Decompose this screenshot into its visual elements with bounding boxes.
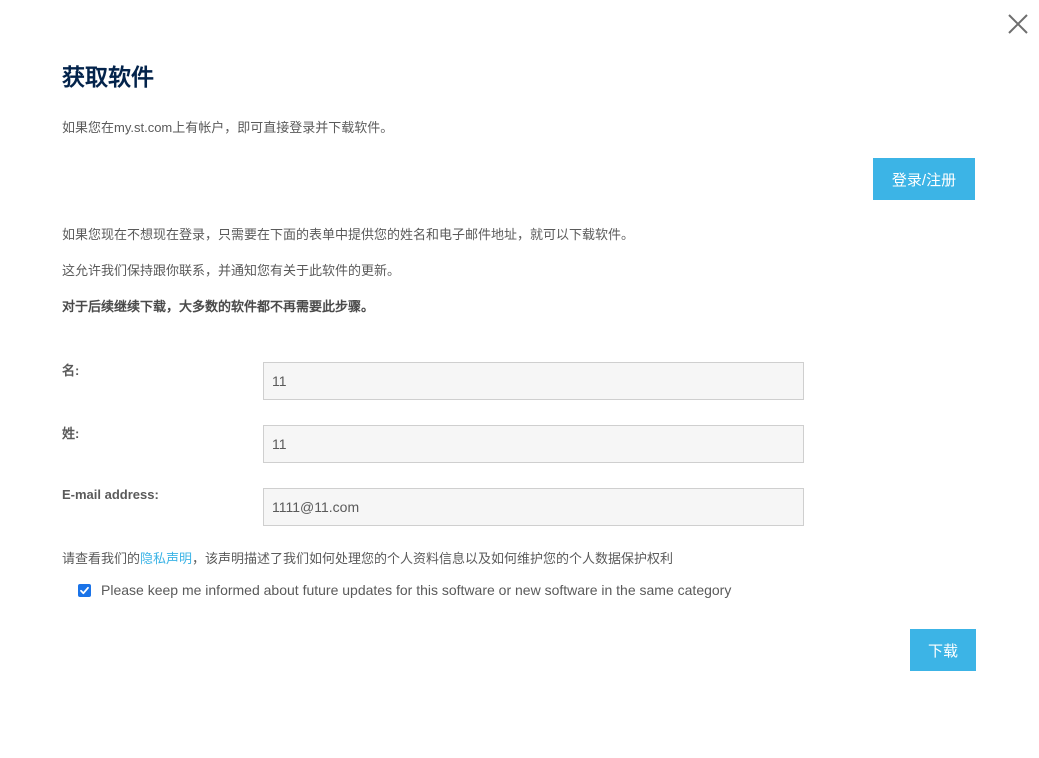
newsletter-label[interactable]: Please keep me informed about future upd…: [101, 580, 731, 600]
last-name-label: 姓:: [62, 426, 80, 441]
last-name-field[interactable]: [263, 425, 804, 463]
privacy-text: 请查看我们的隐私声明，该声明描述了我们如何处理您的个人资料信息以及如何维护您的个…: [62, 550, 673, 568]
first-name-field[interactable]: [263, 362, 804, 400]
contact-text: 这允许我们保持跟你联系，并通知您有关于此软件的更新。: [62, 263, 401, 278]
newsletter-option: Please keep me informed about future upd…: [78, 580, 731, 600]
download-button[interactable]: 下载: [910, 629, 976, 671]
dialog-title: 获取软件: [62, 64, 154, 90]
get-software-dialog: 获取软件 如果您在my.st.com上有帐户，即可直接登录并下载软件。 登录/注…: [0, 0, 1039, 758]
first-name-label: 名:: [62, 363, 80, 378]
close-button[interactable]: [1005, 11, 1031, 37]
check-icon: [80, 586, 89, 594]
note-text: 对于后续继续下载，大多数的软件都不再需要此步骤。: [62, 299, 375, 314]
guest-download-text: 如果您现在不想现在登录，只需要在下面的表单中提供您的姓名和电子邮件地址，就可以下…: [62, 227, 635, 242]
close-icon[interactable]: [1005, 11, 1031, 37]
newsletter-checkbox[interactable]: [78, 583, 91, 597]
intro-text: 如果您在my.st.com上有帐户，即可直接登录并下载软件。: [62, 120, 394, 135]
privacy-prefix: 请查看我们的: [62, 551, 141, 566]
privacy-statement-link[interactable]: 隐私声明: [140, 551, 192, 566]
email-label: E-mail address:: [62, 487, 159, 502]
login-register-button[interactable]: 登录/注册: [873, 158, 975, 200]
privacy-suffix: ，该声明描述了我们如何处理您的个人资料信息以及如何维护您的个人数据保护权利: [192, 551, 674, 566]
email-field[interactable]: [263, 488, 804, 526]
